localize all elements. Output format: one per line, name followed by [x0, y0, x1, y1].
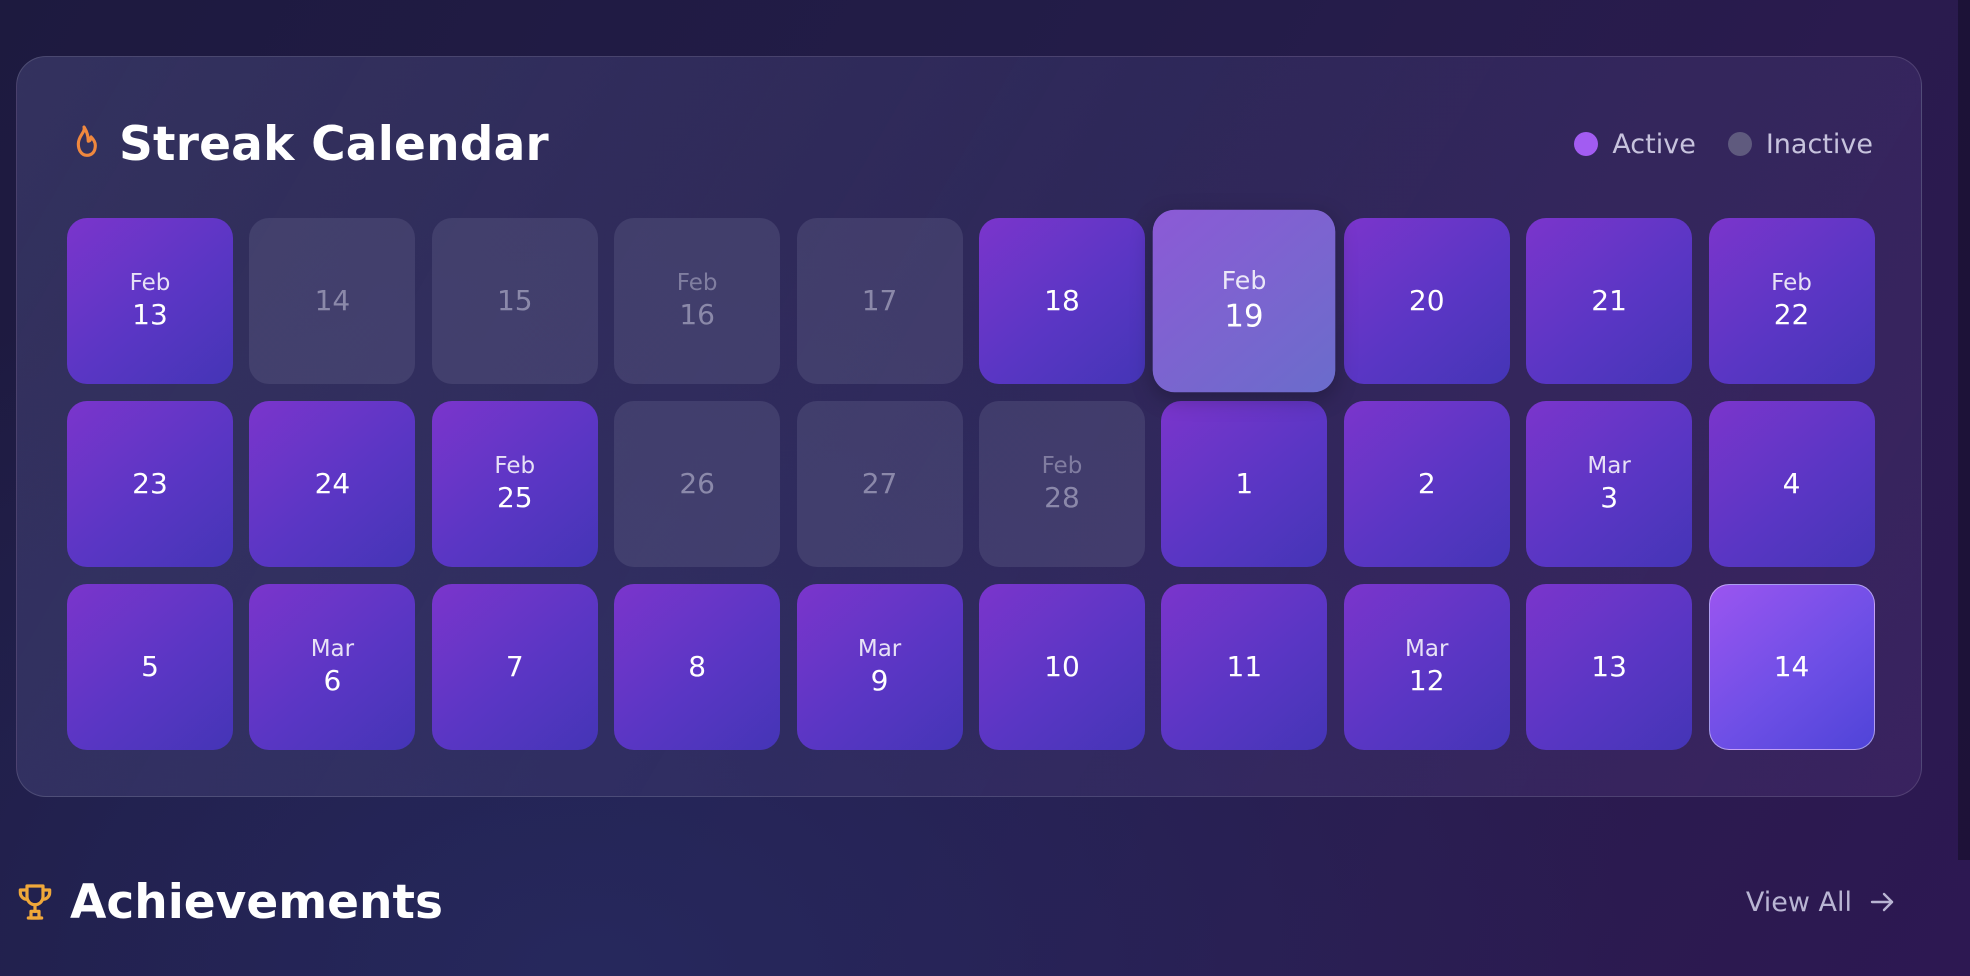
day-number: 4 [1782, 467, 1801, 500]
calendar-day[interactable]: Feb 16 [614, 218, 781, 384]
day-number: 3 [1600, 481, 1619, 514]
calendar-day[interactable]: 5 [67, 584, 233, 750]
calendar-day[interactable]: Mar 9 [796, 584, 963, 750]
calendar-day[interactable]: 15 [431, 218, 598, 384]
calendar-day[interactable]: Feb 25 [431, 401, 598, 567]
achievements-title-group: Achievements [16, 875, 443, 930]
calendar-day[interactable]: 11 [1161, 584, 1328, 750]
day-month-label: Feb [1771, 270, 1812, 296]
calendar-day[interactable]: Mar 6 [249, 584, 416, 750]
day-number: 10 [1044, 650, 1080, 683]
day-number: 12 [1408, 664, 1445, 697]
flame-icon [76, 125, 97, 157]
day-number: 9 [870, 664, 889, 697]
calendar-day[interactable]: Feb 22 [1708, 218, 1875, 384]
legend-inactive: Inactive [1727, 128, 1873, 160]
streak-calendar-header: Streak Calendar Active Inactive [67, 109, 1873, 179]
day-number: 8 [688, 650, 707, 683]
achievements-title: Achievements [70, 874, 443, 930]
day-number: 25 [496, 481, 533, 514]
calendar-day[interactable]: 8 [614, 584, 781, 750]
legend-inactive-dot [1727, 132, 1752, 156]
day-number: 20 [1408, 284, 1445, 317]
calendar-day[interactable]: Feb 13 [67, 218, 233, 384]
day-number: 27 [861, 467, 898, 500]
day-number: 17 [861, 284, 898, 317]
day-number: 21 [1591, 284, 1627, 317]
streak-calendar-title: Streak Calendar [119, 116, 549, 172]
day-number: 16 [679, 298, 715, 331]
calendar-day[interactable]: 14 [249, 218, 416, 384]
day-number: 13 [132, 298, 168, 331]
calendar-day[interactable]: 23 [67, 401, 233, 567]
day-number: 22 [1773, 298, 1810, 331]
day-number: 14 [314, 284, 351, 317]
day-month-label: Feb [1221, 266, 1267, 296]
legend-active: Active [1574, 129, 1696, 160]
legend-inactive-label: Inactive [1765, 128, 1873, 160]
day-number: 7 [505, 650, 524, 683]
day-month-label: Feb [676, 270, 718, 296]
day-month-label: Feb [1041, 453, 1083, 479]
calendar-day[interactable]: 18 [978, 218, 1145, 384]
calendar-day[interactable]: 27 [796, 401, 963, 567]
day-month-label: Feb [129, 270, 171, 296]
day-number: 1 [1235, 467, 1254, 500]
calendar-day[interactable]: 17 [796, 218, 963, 384]
calendar-day[interactable]: 20 [1343, 218, 1510, 384]
calendar-day[interactable]: 21 [1526, 218, 1693, 384]
achievements-header: Achievements View All [16, 870, 1896, 934]
day-number: 28 [1044, 481, 1080, 514]
day-month-label: Mar [310, 636, 355, 662]
calendar-day[interactable]: Feb 19 [1153, 209, 1336, 393]
day-number: 6 [323, 664, 342, 697]
day-number: 26 [679, 467, 715, 500]
day-month-label: Mar [857, 636, 902, 662]
day-number: 2 [1417, 467, 1436, 500]
day-number: 23 [132, 467, 168, 500]
calendar-day[interactable]: 10 [978, 584, 1145, 750]
calendar-grid: Feb 13 14 15 Feb 16 17 18 Feb 19 20 21 Feb 22 23 24 Feb 2… [67, 209, 1875, 750]
calendar-day[interactable]: 7 [431, 584, 598, 750]
day-number: 15 [496, 284, 533, 317]
streak-title-group: Streak Calendar [67, 117, 549, 172]
calendar-day[interactable]: 14 [1708, 584, 1875, 750]
day-number: 13 [1591, 650, 1627, 683]
calendar-day[interactable]: 26 [614, 401, 781, 567]
calendar-day[interactable]: 24 [249, 401, 416, 567]
calendar-day[interactable]: 13 [1526, 584, 1693, 750]
calendar-day[interactable]: Feb 28 [978, 401, 1145, 567]
trophy-icon [18, 884, 52, 920]
calendar-day[interactable]: Mar 12 [1343, 584, 1510, 750]
scrollbar[interactable] [1958, 0, 1970, 860]
calendar-day[interactable]: Mar 3 [1526, 401, 1693, 567]
calendar-day[interactable]: 1 [1161, 401, 1328, 567]
view-all-link[interactable]: View All [1746, 887, 1896, 918]
legend-active-label: Active [1612, 128, 1696, 160]
day-number: 5 [141, 650, 159, 683]
day-month-label: Mar [1405, 636, 1449, 662]
legend-active-dot [1574, 132, 1599, 156]
day-month-label: Mar [1587, 453, 1631, 479]
arrow-right-icon [1870, 892, 1894, 912]
day-number: 19 [1224, 297, 1264, 334]
day-month-label: Feb [494, 453, 536, 479]
day-number: 11 [1226, 650, 1263, 683]
day-number: 14 [1773, 650, 1810, 683]
streak-calendar-card: Streak Calendar Active Inactive Feb 13 14 1… [16, 56, 1922, 797]
legend: Active Inactive [1574, 129, 1873, 160]
view-all-label: View All [1745, 886, 1852, 918]
calendar-day[interactable]: 2 [1343, 401, 1510, 567]
day-number: 24 [314, 467, 351, 500]
calendar-day[interactable]: 4 [1708, 401, 1875, 567]
day-number: 18 [1044, 284, 1080, 317]
